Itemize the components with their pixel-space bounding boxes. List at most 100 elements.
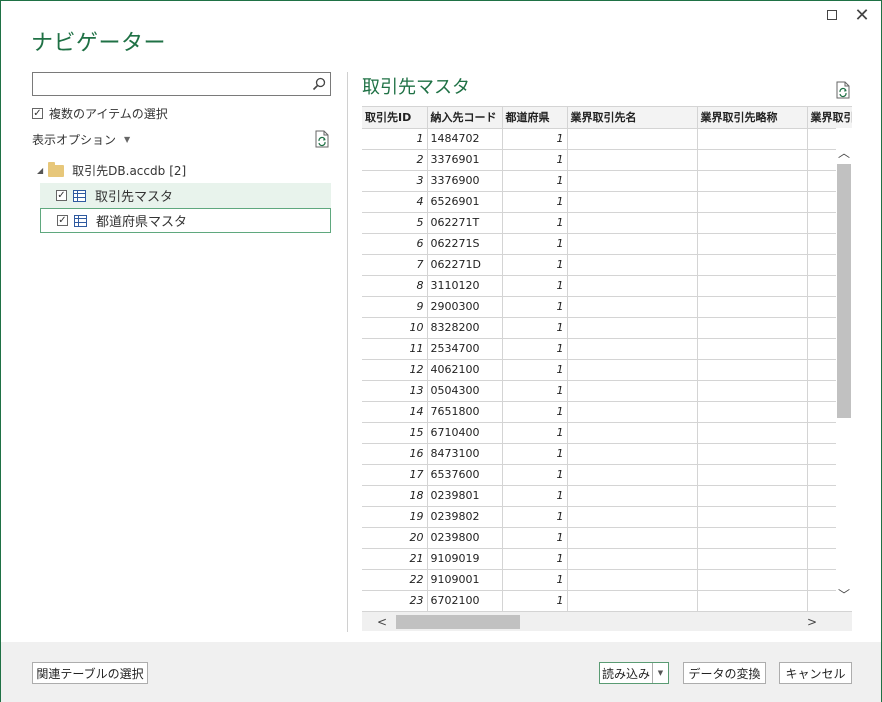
cell-prefecture[interactable]: 1 [502,128,568,150]
tree-expand-icon[interactable]: ◢ [37,166,43,175]
cell-id[interactable]: 11 [362,338,428,360]
cell-prefecture[interactable]: 1 [502,296,568,318]
cell-prefecture[interactable]: 1 [502,317,568,339]
column-header[interactable]: 納入先コード [427,107,503,129]
refresh-icon[interactable] [835,81,851,99]
cell-industry-name[interactable] [567,191,698,213]
cell-industry-short-name[interactable] [697,317,808,339]
select-related-tables-button[interactable]: 関連テーブルの選択 [32,662,148,684]
cell-id[interactable]: 9 [362,296,428,318]
cell-industry-name[interactable] [567,527,698,549]
cell-industry-name[interactable] [567,590,698,612]
cell-industry-short-name[interactable] [697,191,808,213]
cell-id[interactable]: 15 [362,422,428,444]
cell-delivery-code[interactable]: 8473100 [427,443,503,465]
cell-industry-name[interactable] [567,233,698,255]
cell-industry-short-name[interactable] [697,233,808,255]
scroll-up-icon[interactable]: ︿ [836,142,852,162]
cell-delivery-code[interactable]: 0239801 [427,485,503,507]
cell-delivery-code[interactable]: 9109019 [427,548,503,570]
cell-prefecture[interactable]: 1 [502,506,568,528]
cell-industry-name[interactable] [567,149,698,171]
cell-industry-name[interactable] [567,443,698,465]
cell-id[interactable]: 5 [362,212,428,234]
cell-delivery-code[interactable]: 3110120 [427,275,503,297]
cell-prefecture[interactable]: 1 [502,149,568,171]
cell-industry-name[interactable] [567,128,698,150]
cell-prefecture[interactable]: 1 [502,485,568,507]
cell-delivery-code[interactable]: 1484702 [427,128,503,150]
cell-industry-short-name[interactable] [697,359,808,381]
cell-prefecture[interactable]: 1 [502,233,568,255]
cell-delivery-code[interactable]: 0239800 [427,527,503,549]
cell-prefecture[interactable]: 1 [502,590,568,612]
cell-industry-name[interactable] [567,317,698,339]
cell-id[interactable]: 1 [362,128,428,150]
cancel-button[interactable]: キャンセル [779,662,852,684]
cell-id[interactable]: 23 [362,590,428,612]
scroll-left-icon[interactable]: < [370,612,394,631]
search-input[interactable] [32,72,331,96]
cell-industry-name[interactable] [567,548,698,570]
cell-prefecture[interactable]: 1 [502,464,568,486]
multi-select-option[interactable]: ✓ 複数のアイテムの選択 [32,105,168,122]
cell-delivery-code[interactable]: 2534700 [427,338,503,360]
multi-select-checkbox[interactable]: ✓ [32,108,43,119]
cell-delivery-code[interactable]: 0504300 [427,380,503,402]
cell-prefecture[interactable]: 1 [502,527,568,549]
item-checkbox[interactable]: ✓ [56,190,67,201]
cell-delivery-code[interactable]: 2900300 [427,296,503,318]
cell-industry-name[interactable] [567,485,698,507]
cell-id[interactable]: 22 [362,569,428,591]
cell-industry-name[interactable] [567,296,698,318]
maximize-button[interactable] [821,5,843,25]
vertical-scrollbar[interactable]: ︿ ﹀ [836,128,852,610]
cell-industry-name[interactable] [567,506,698,528]
cell-id[interactable]: 8 [362,275,428,297]
cell-industry-short-name[interactable] [697,485,808,507]
cell-prefecture[interactable]: 1 [502,443,568,465]
cell-industry-name[interactable] [567,401,698,423]
cell-id[interactable]: 4 [362,191,428,213]
cell-industry-name[interactable] [567,359,698,381]
cell-delivery-code[interactable]: 3376900 [427,170,503,192]
close-button[interactable]: ✕ [851,5,873,26]
cell-industry-short-name[interactable] [697,254,808,276]
item-checkbox[interactable]: ✓ [57,215,68,226]
cell-id[interactable]: 14 [362,401,428,423]
cell-delivery-code[interactable]: 6537600 [427,464,503,486]
cell-id[interactable]: 2 [362,149,428,171]
cell-id[interactable]: 12 [362,359,428,381]
cell-id[interactable]: 6 [362,233,428,255]
cell-prefecture[interactable]: 1 [502,569,568,591]
cell-id[interactable]: 13 [362,380,428,402]
cell-prefecture[interactable]: 1 [502,275,568,297]
transform-data-button[interactable]: データの変換 [683,662,766,684]
cell-industry-short-name[interactable] [697,149,808,171]
search-icon[interactable] [311,76,327,92]
cell-id[interactable]: 17 [362,464,428,486]
cell-id[interactable]: 16 [362,443,428,465]
column-header[interactable]: 業界取引先略称 [697,107,808,129]
cell-prefecture[interactable]: 1 [502,170,568,192]
column-header[interactable]: 取引先ID [362,107,428,129]
cell-industry-name[interactable] [567,422,698,444]
load-button[interactable]: 読み込み ▼ [599,662,669,684]
cell-prefecture[interactable]: 1 [502,254,568,276]
horizontal-scroll-thumb[interactable] [396,615,520,629]
scroll-right-icon[interactable]: > [800,612,824,631]
horizontal-scrollbar[interactable]: < > [362,612,852,631]
cell-id[interactable]: 10 [362,317,428,339]
cell-industry-short-name[interactable] [697,506,808,528]
display-options-dropdown[interactable]: 表示オプション ▼ [32,131,130,148]
cell-delivery-code[interactable]: 6702100 [427,590,503,612]
cell-industry-short-name[interactable] [697,128,808,150]
cell-prefecture[interactable]: 1 [502,422,568,444]
cell-delivery-code[interactable]: 6710400 [427,422,503,444]
cell-prefecture[interactable]: 1 [502,191,568,213]
cell-industry-short-name[interactable] [697,464,808,486]
cell-id[interactable]: 21 [362,548,428,570]
cell-industry-name[interactable] [567,338,698,360]
cell-delivery-code[interactable]: 062271S [427,233,503,255]
cell-industry-name[interactable] [567,380,698,402]
